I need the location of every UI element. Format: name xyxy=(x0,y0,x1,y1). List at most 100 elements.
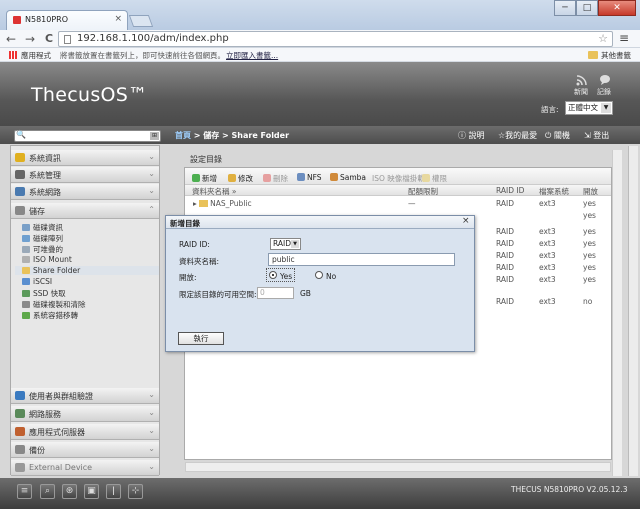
sidebar-section-system-info[interactable]: 系統資訊 ⌄ xyxy=(11,150,159,166)
sidebar-section-app-server[interactable]: 應用程式伺服器 ⌄ xyxy=(11,424,159,440)
address-bar[interactable]: 192.168.1.100/adm/index.php ☆ xyxy=(58,31,613,47)
forward-button[interactable]: → xyxy=(25,32,35,46)
samba-button[interactable]: Samba xyxy=(330,173,366,182)
minimize-button[interactable]: ─ xyxy=(554,0,576,16)
browser-tab[interactable]: N5810PRO × xyxy=(6,10,128,30)
sidebar-item-failover[interactable]: 系統容錯移轉 xyxy=(22,310,78,321)
maximize-button[interactable]: □ xyxy=(576,0,598,16)
thermometer-icon[interactable]: ǀ xyxy=(106,484,121,499)
iso-mount-button[interactable]: ISO 映像檔掛載 xyxy=(372,173,425,184)
help-center-icon[interactable]: ⊛ xyxy=(62,484,77,499)
nfs-button[interactable]: NFS xyxy=(297,173,322,182)
folder-name-cell: ▸ NAS_Public xyxy=(193,199,252,208)
delete-button[interactable]: 刪除 xyxy=(263,173,288,184)
favorites-button[interactable]: ☆我的最愛 xyxy=(498,130,537,141)
public-cell: yes xyxy=(583,251,596,260)
public-no-radio[interactable] xyxy=(315,271,323,279)
dialog-close-icon[interactable]: × xyxy=(462,216,470,226)
sidebar-section-label: 系統網路 xyxy=(29,188,61,197)
folder-name-input[interactable]: public xyxy=(268,253,455,266)
public-yes-label[interactable]: Yes xyxy=(280,272,292,281)
sidebar-item-disk-clone[interactable]: 磁碟複製和清除 xyxy=(22,299,86,310)
sidebar-item-disk-info[interactable]: 磁碟資訊 xyxy=(22,222,63,233)
search-doc-icon[interactable]: ⌕ xyxy=(40,484,55,499)
sidebar-item-label: 磁碟複製和清除 xyxy=(33,300,86,309)
sidebar-item-iscsi[interactable]: iSCSI xyxy=(22,277,52,286)
filesystem-cell-text: ext3 xyxy=(539,251,556,260)
sidebar-item-share-folder[interactable]: Share Folder xyxy=(15,266,159,275)
language-select[interactable]: 正體中文 ▼ xyxy=(565,101,613,115)
folder-name-cell-text: NAS_Public xyxy=(210,199,252,208)
raid-id-select[interactable]: RAID ▼ xyxy=(270,238,301,250)
other-bookmarks[interactable]: 其他書籤 xyxy=(601,50,631,61)
tab-close-icon[interactable]: × xyxy=(114,14,122,24)
sidebar-item-ssd-cache[interactable]: SSD 快取 xyxy=(22,288,66,299)
execute-button[interactable]: 執行 xyxy=(178,332,224,345)
window-close-button[interactable]: ✕ xyxy=(598,0,636,16)
reload-button[interactable]: C xyxy=(45,32,53,46)
permission-button[interactable]: 權限 xyxy=(422,173,447,184)
public-cell-text: yes xyxy=(583,211,596,220)
apps-grid-icon[interactable] xyxy=(9,51,17,59)
logout-button[interactable]: ⇲ 登出 xyxy=(584,130,609,141)
raid-id-cell-text: RAID xyxy=(496,263,515,272)
power-icon: ⏻ xyxy=(545,131,552,140)
apps-link[interactable]: 應用程式 xyxy=(21,50,51,61)
window-controls: ─ □ ✕ xyxy=(554,0,636,18)
url-text: 192.168.1.100/adm/index.php xyxy=(77,33,229,44)
column-header-public[interactable]: 開放 xyxy=(583,186,598,197)
network-topology-icon[interactable]: ⊹ xyxy=(128,484,143,499)
breadcrumb-home[interactable]: 首頁 xyxy=(175,131,191,140)
column-header-raid[interactable]: RAID ID xyxy=(496,186,524,195)
sidebar-section-storage[interactable]: 儲存 ⌃ xyxy=(11,203,159,219)
add-button[interactable]: 新增 xyxy=(192,173,217,184)
log-bubble-icon[interactable] xyxy=(598,74,612,86)
sidebar-section-system-management[interactable]: 系統管理 ⌄ xyxy=(11,167,159,183)
sidebar-section-backup[interactable]: 備份 ⌄ xyxy=(11,442,159,458)
folder-icon xyxy=(199,200,209,207)
rss-icon[interactable] xyxy=(575,74,589,86)
raid-id-cell: RAID xyxy=(496,275,514,284)
column-header-name[interactable]: 資料夾名稱 » xyxy=(192,186,236,197)
column-header-quota[interactable]: 配額限制 xyxy=(408,186,438,197)
table-row[interactable]: ▸ NAS_Public — RAID ext3 yes xyxy=(185,199,611,211)
edit-button[interactable]: 修改 xyxy=(228,173,253,184)
new-tab-button[interactable] xyxy=(128,15,154,27)
sidebar-item-raid[interactable]: 磁碟陣列 xyxy=(22,233,63,244)
sidebar-section-network[interactable]: 系統網路 ⌄ xyxy=(11,184,159,200)
clear-search-icon[interactable]: ⊞ xyxy=(150,132,159,140)
bookmark-star-icon[interactable]: ☆ xyxy=(598,32,608,45)
search-input[interactable]: 🔍 ⊞ xyxy=(14,130,161,142)
disk-icon[interactable]: ▣ xyxy=(84,484,99,499)
dialog-titlebar[interactable] xyxy=(166,216,474,229)
page-scrollbar[interactable] xyxy=(628,146,638,476)
menu-icon[interactable]: ≡ xyxy=(17,484,32,499)
grid-horizontal-scrollbar[interactable] xyxy=(185,462,611,472)
grid-vertical-scrollbar[interactable] xyxy=(612,150,622,476)
filesystem-cell: ext3 xyxy=(539,199,556,208)
sidebar-section-network-services[interactable]: 網路服務 ⌄ xyxy=(11,406,159,422)
filesystem-cell: ext3 xyxy=(539,263,556,272)
browser-menu-button[interactable]: ≡ xyxy=(619,31,629,45)
public-cell-text: yes xyxy=(583,199,596,208)
log-label[interactable]: 記錄 xyxy=(597,87,611,97)
quota-input[interactable]: 0 xyxy=(257,287,294,299)
search-icon: 🔍 xyxy=(16,130,26,139)
public-cell: no xyxy=(583,297,592,306)
sidebar-section-external-device[interactable]: External Device ⌄ xyxy=(11,460,159,476)
public-yes-radio[interactable] xyxy=(269,271,277,279)
column-header-fs[interactable]: 檔案系統 xyxy=(539,186,569,197)
sidebar-item-stackable[interactable]: 可堆疊的 xyxy=(22,244,63,255)
import-bookmarks-link[interactable]: 立即匯入書籤... xyxy=(226,50,278,61)
shutdown-button[interactable]: ⏻ 關機 xyxy=(545,130,570,141)
sidebar-item-label: 可堆疊的 xyxy=(33,245,63,254)
sidebar-item-iso-mount[interactable]: ISO Mount xyxy=(22,255,72,264)
help-button[interactable]: ⓘ 說明 xyxy=(458,130,485,141)
sidebar-section-users[interactable]: 使用者與群組驗證 ⌄ xyxy=(11,388,159,404)
news-label[interactable]: 新聞 xyxy=(574,87,588,97)
filesystem-cell-text: ext3 xyxy=(539,227,556,236)
public-cell: yes xyxy=(583,275,596,284)
public-no-label[interactable]: No xyxy=(326,272,336,281)
language-value: 正體中文 xyxy=(568,103,598,112)
back-button[interactable]: ← xyxy=(6,32,16,46)
